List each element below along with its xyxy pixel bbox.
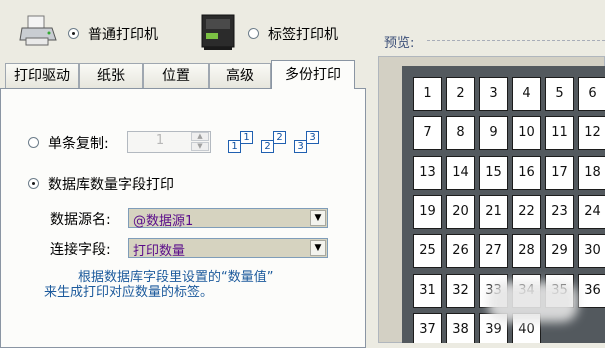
hint-line-2: 来生成打印对应数量的标签。 (44, 285, 214, 300)
preview-label-cell: 1 (413, 77, 442, 111)
normal-printer-radio[interactable] (68, 28, 79, 39)
preview-label-cell: 2 (446, 77, 475, 111)
preview-label-cell: 20 (446, 194, 475, 229)
link-field-label: 连接字段: (50, 242, 111, 258)
preview-label-cell: 31 (413, 273, 442, 308)
preview-label-cell: 8 (446, 116, 475, 151)
normal-printer-label[interactable]: 普通打印机 (88, 24, 158, 44)
preview-label-cell: 10 (512, 116, 541, 151)
copy-order-digit: 3 (306, 131, 319, 144)
preview-label-cell: 36 (578, 273, 605, 308)
preview-label-cell: 17 (545, 155, 574, 190)
datasource-label: 数据源名: (50, 212, 111, 228)
datasource-select[interactable]: @数据源1 ▼ (128, 208, 328, 229)
label-printer-icon (198, 13, 238, 51)
label-printer-label[interactable]: 标签打印机 (268, 24, 338, 44)
tab-advanced[interactable]: 高级 (209, 63, 271, 88)
single-copy-value[interactable]: 1 (129, 133, 191, 149)
single-copy-radio[interactable] (28, 137, 39, 148)
label-printer-radio[interactable] (248, 28, 259, 39)
tab-position[interactable]: 位置 (143, 63, 209, 88)
hint-line-1: 根据数据库字段里设置的“数量值” (78, 270, 274, 285)
preview-label-cell: 16 (512, 155, 541, 190)
copy-order-digit: 2 (273, 131, 286, 144)
db-field-radio[interactable] (28, 178, 39, 189)
tab-print-driver[interactable]: 打印驱动 (5, 63, 79, 88)
blurred-watermark (488, 282, 578, 322)
preview-label-cell: 22 (512, 194, 541, 229)
preview-label-cell: 38 (446, 312, 475, 343)
copy-order-icon: 1 1 2 2 3 3 (226, 128, 326, 156)
chevron-down-icon[interactable]: ▼ (310, 240, 326, 256)
preview-label-cell: 23 (545, 194, 574, 229)
preview-label-cell: 21 (479, 194, 508, 229)
preview-label-cell: 13 (413, 155, 442, 190)
preview-label-cell: 7 (413, 116, 442, 151)
preview-label-cell: 28 (512, 234, 541, 269)
preview-label-cell: 29 (545, 234, 574, 269)
preview-label-cell: 5 (545, 77, 574, 111)
preview-label-cell: 6 (578, 77, 605, 111)
preview-label-cell: 4 (512, 77, 541, 111)
preview-label-cell: 9 (479, 116, 508, 151)
link-field-select[interactable]: 打印数量 ▼ (128, 238, 328, 259)
preview-label-cell: 12 (578, 116, 605, 151)
normal-printer-icon (18, 14, 58, 48)
preview-label-cell: 14 (446, 155, 475, 190)
preview-label-cell: 26 (446, 234, 475, 269)
single-copy-label[interactable]: 单条复制: (48, 133, 109, 153)
preview-label-cell: 18 (578, 155, 605, 190)
preview-label-cell: 24 (578, 194, 605, 229)
link-field-value: 打印数量 (133, 244, 186, 259)
preview-label-cell: 11 (545, 116, 574, 151)
tab-multi-copy[interactable]: 多份打印 (271, 60, 355, 89)
preview-label-cell: 30 (578, 234, 605, 269)
chevron-down-icon[interactable]: ▼ (310, 210, 326, 226)
copy-order-digit: 1 (240, 131, 253, 144)
spinner-down-button[interactable]: ▼ (191, 142, 209, 151)
preview-divider (427, 40, 605, 41)
hint-text: 根据数据库字段里设置的“数量值” 来生成打印对应数量的标签。 (44, 270, 354, 300)
datasource-value: @数据源1 (133, 214, 194, 229)
preview-label-cell: 3 (479, 77, 508, 111)
preview-label: 预览: (384, 36, 415, 51)
preview-label-cell: 27 (479, 234, 508, 269)
preview-label-cell: 32 (446, 273, 475, 308)
spinner-up-button[interactable]: ▲ (191, 132, 209, 141)
preview-label-cell: 15 (479, 155, 508, 190)
preview-label-cell: 37 (413, 312, 442, 343)
preview-label-cell: 25 (413, 234, 442, 269)
tab-paper[interactable]: 纸张 (79, 63, 143, 88)
db-field-label[interactable]: 数据库数量字段打印 (48, 174, 174, 194)
preview-label-cell: 19 (413, 194, 442, 229)
